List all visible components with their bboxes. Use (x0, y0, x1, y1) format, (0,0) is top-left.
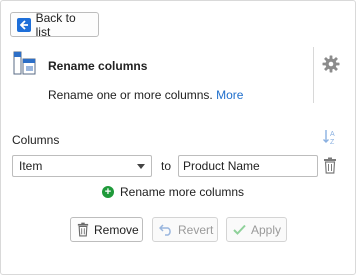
description-text: Rename one or more columns. (48, 88, 213, 102)
revert-button[interactable]: Revert (152, 217, 218, 242)
divider (313, 47, 314, 103)
to-label: to (161, 159, 172, 173)
new-name-input[interactable] (178, 155, 318, 177)
back-arrow-icon (17, 17, 31, 32)
source-column-value: Item (19, 159, 43, 173)
remove-label: Remove (94, 222, 139, 237)
source-column-select[interactable]: Item (12, 155, 152, 177)
rename-more-label: Rename more columns (120, 185, 245, 199)
trash-icon (77, 222, 89, 237)
revert-label: Revert (178, 222, 214, 237)
more-link[interactable]: More (216, 88, 243, 102)
gear-icon[interactable] (322, 55, 340, 73)
undo-icon (159, 223, 173, 236)
svg-text:Z: Z (330, 139, 335, 146)
rename-columns-panel: Back to list Rename columns Rename one o… (0, 0, 356, 275)
add-circle-icon: + (102, 186, 114, 198)
check-icon (233, 224, 246, 235)
chevron-down-icon (137, 163, 145, 169)
rename-columns-icon (13, 51, 37, 77)
svg-text:A: A (330, 131, 335, 138)
back-to-list-label: Back to list (35, 10, 76, 39)
rename-more-columns-link[interactable]: + Rename more columns (102, 185, 244, 199)
trash-icon[interactable] (323, 157, 337, 174)
apply-button[interactable]: Apply (226, 217, 287, 242)
panel-description: Rename one or more columns. More (48, 88, 243, 102)
remove-button[interactable]: Remove (70, 217, 143, 242)
sort-icon[interactable]: A Z (322, 128, 340, 146)
apply-label: Apply (251, 222, 282, 237)
columns-label: Columns (12, 133, 60, 147)
panel-title: Rename columns (48, 59, 148, 73)
back-to-list-button[interactable]: Back to list (10, 10, 99, 39)
